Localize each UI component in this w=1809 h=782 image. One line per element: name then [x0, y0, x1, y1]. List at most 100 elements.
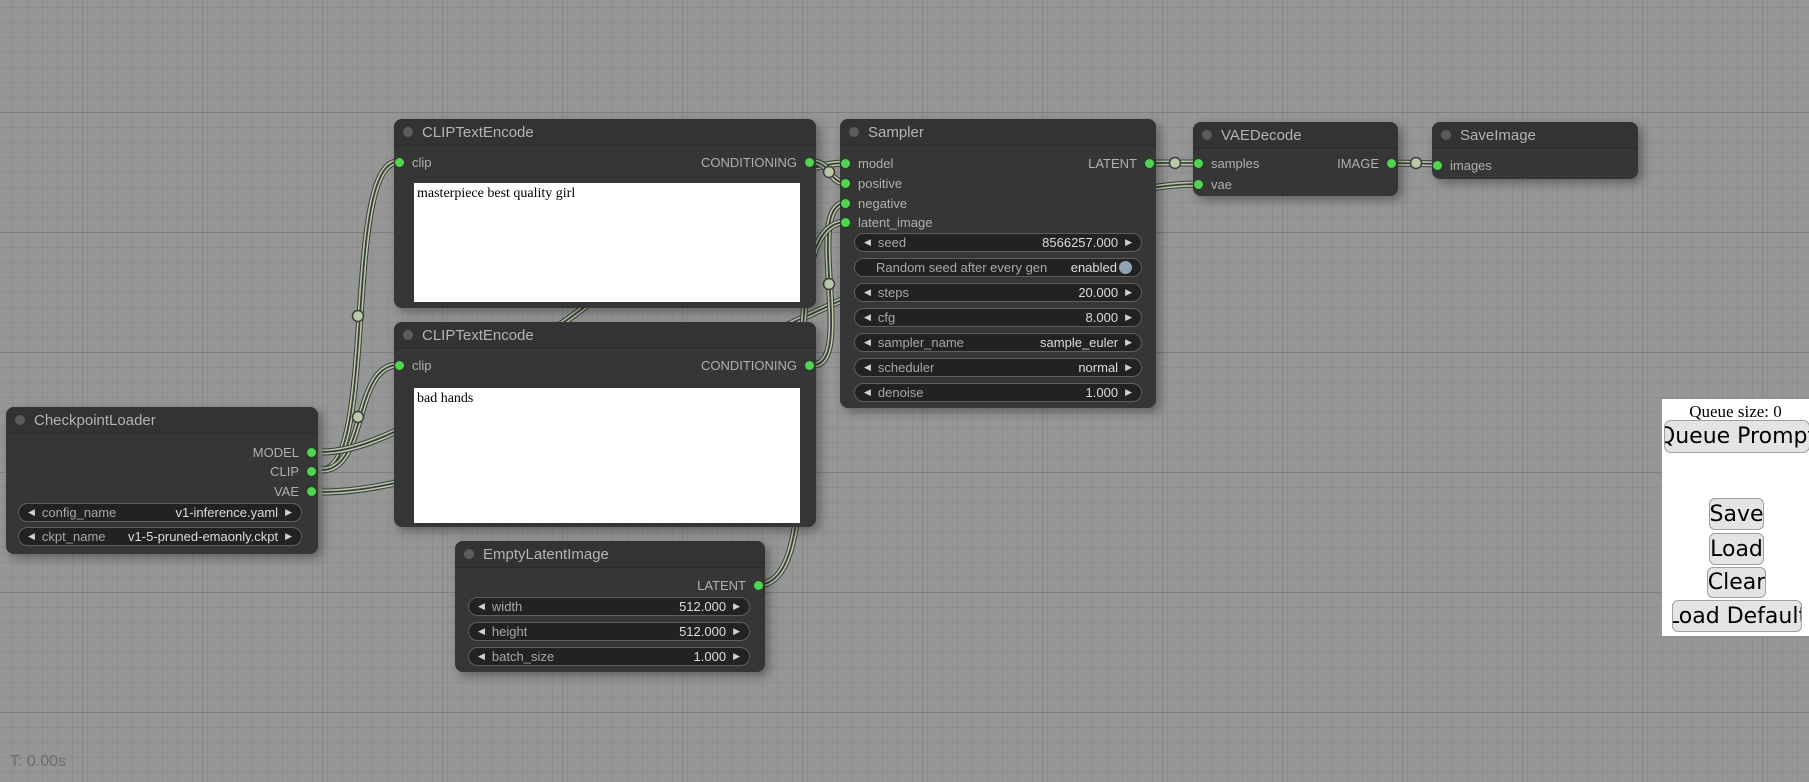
- input-samples[interactable]: samples: [1193, 154, 1259, 172]
- queue-prompt-button[interactable]: Queue Prompt: [1664, 420, 1809, 453]
- port-dot-icon[interactable]: [805, 361, 814, 370]
- increment-arrow-icon[interactable]: ▶: [1125, 387, 1132, 398]
- widget-batch-size[interactable]: ◀ batch_size 1.000 ▶: [468, 647, 750, 666]
- input-clip[interactable]: clip: [394, 356, 432, 374]
- port-dot-icon[interactable]: [754, 581, 763, 590]
- output-latent[interactable]: LATENT: [1088, 154, 1156, 172]
- load-button[interactable]: Load: [1709, 533, 1764, 565]
- input-vae[interactable]: vae: [1193, 175, 1232, 193]
- decrement-arrow-icon[interactable]: ◀: [864, 387, 871, 398]
- decrement-arrow-icon[interactable]: ◀: [28, 531, 35, 542]
- increment-arrow-icon[interactable]: ▶: [733, 651, 740, 662]
- decrement-arrow-icon[interactable]: ◀: [478, 651, 485, 662]
- input-clip[interactable]: clip: [394, 153, 432, 171]
- clear-button[interactable]: Clear: [1707, 567, 1766, 598]
- load-default-button[interactable]: Load Default: [1672, 600, 1802, 632]
- collapse-dot-icon[interactable]: [849, 127, 859, 137]
- collapse-dot-icon[interactable]: [1441, 130, 1451, 140]
- port-dot-icon[interactable]: [805, 158, 814, 167]
- port-dot-icon[interactable]: [1194, 180, 1203, 189]
- node-checkpoint-loader[interactable]: CheckpointLoader MODEL CLIP VAE ◀ config…: [6, 407, 318, 554]
- widget-height[interactable]: ◀ height 512.000 ▶: [468, 622, 750, 641]
- output-conditioning[interactable]: CONDITIONING: [701, 153, 816, 171]
- output-image[interactable]: IMAGE: [1337, 154, 1398, 172]
- increment-arrow-icon[interactable]: ▶: [285, 531, 292, 542]
- port-dot-icon[interactable]: [307, 467, 316, 476]
- increment-arrow-icon[interactable]: ▶: [1125, 337, 1132, 348]
- port-dot-icon[interactable]: [395, 158, 404, 167]
- port-label: positive: [858, 176, 902, 191]
- widget-sampler-name[interactable]: ◀ sampler_name sample_euler ▶: [854, 333, 1142, 352]
- collapse-dot-icon[interactable]: [464, 549, 474, 559]
- node-title-bar[interactable]: CLIPTextEncode: [394, 322, 816, 349]
- port-dot-icon[interactable]: [307, 448, 316, 457]
- increment-arrow-icon[interactable]: ▶: [1125, 312, 1132, 323]
- port-dot-icon[interactable]: [841, 199, 850, 208]
- increment-arrow-icon[interactable]: ▶: [1125, 362, 1132, 373]
- output-conditioning[interactable]: CONDITIONING: [701, 356, 816, 374]
- prompt-textarea[interactable]: masterpiece best quality girl: [414, 183, 800, 302]
- port-dot-icon[interactable]: [1194, 159, 1203, 168]
- port-dot-icon[interactable]: [841, 159, 850, 168]
- input-negative[interactable]: negative: [840, 194, 907, 212]
- input-images[interactable]: images: [1432, 156, 1492, 174]
- port-dot-icon[interactable]: [1145, 159, 1154, 168]
- collapse-dot-icon[interactable]: [1202, 130, 1212, 140]
- widget-width[interactable]: ◀ width 512.000 ▶: [468, 597, 750, 616]
- increment-arrow-icon[interactable]: ▶: [1125, 237, 1132, 248]
- increment-arrow-icon[interactable]: ▶: [733, 626, 740, 637]
- output-vae[interactable]: VAE: [274, 482, 318, 500]
- port-dot-icon[interactable]: [1387, 159, 1396, 168]
- decrement-arrow-icon[interactable]: ◀: [864, 362, 871, 373]
- widget-steps[interactable]: ◀ steps 20.000 ▶: [854, 283, 1142, 302]
- output-clip[interactable]: CLIP: [270, 462, 318, 480]
- node-empty-latent-image[interactable]: EmptyLatentImage LATENT ◀ width 512.000 …: [455, 541, 765, 672]
- port-dot-icon[interactable]: [841, 218, 850, 227]
- increment-arrow-icon[interactable]: ▶: [733, 601, 740, 612]
- node-title: CheckpointLoader: [34, 412, 156, 429]
- widget-cfg[interactable]: ◀ cfg 8.000 ▶: [854, 308, 1142, 327]
- save-button[interactable]: Save: [1709, 498, 1764, 530]
- node-clip-text-encode-positive[interactable]: CLIPTextEncode clip CONDITIONING masterp…: [394, 119, 816, 308]
- node-title-bar[interactable]: CheckpointLoader: [6, 407, 318, 434]
- port-dot-icon[interactable]: [1433, 161, 1442, 170]
- decrement-arrow-icon[interactable]: ◀: [478, 626, 485, 637]
- collapse-dot-icon[interactable]: [403, 127, 413, 137]
- collapse-dot-icon[interactable]: [15, 415, 25, 425]
- toggle-indicator-icon[interactable]: [1119, 261, 1132, 274]
- widget-random-seed-toggle[interactable]: Random seed after every gen enabled: [854, 258, 1142, 277]
- decrement-arrow-icon[interactable]: ◀: [864, 337, 871, 348]
- input-model[interactable]: model: [840, 154, 893, 172]
- widget-ckpt-name[interactable]: ◀ ckpt_name v1-5-pruned-emaonly.ckpt ▶: [18, 527, 302, 546]
- node-title-bar[interactable]: Sampler: [840, 119, 1156, 146]
- port-label: samples: [1211, 156, 1259, 171]
- widget-scheduler[interactable]: ◀ scheduler normal ▶: [854, 358, 1142, 377]
- increment-arrow-icon[interactable]: ▶: [1125, 287, 1132, 298]
- node-title-bar[interactable]: EmptyLatentImage: [455, 541, 765, 568]
- widget-seed[interactable]: ◀ seed 8566257.000 ▶: [854, 233, 1142, 252]
- output-model[interactable]: MODEL: [253, 443, 318, 461]
- node-save-image[interactable]: SaveImage images: [1432, 122, 1638, 179]
- input-positive[interactable]: positive: [840, 174, 902, 192]
- node-clip-text-encode-negative[interactable]: CLIPTextEncode clip CONDITIONING bad han…: [394, 322, 816, 527]
- increment-arrow-icon[interactable]: ▶: [285, 507, 292, 518]
- decrement-arrow-icon[interactable]: ◀: [478, 601, 485, 612]
- decrement-arrow-icon[interactable]: ◀: [864, 312, 871, 323]
- node-sampler[interactable]: Sampler model positive negative latent_i…: [840, 119, 1156, 408]
- prompt-textarea[interactable]: bad hands: [414, 388, 800, 523]
- port-dot-icon[interactable]: [307, 487, 316, 496]
- node-title-bar[interactable]: VAEDecode: [1193, 122, 1398, 149]
- input-latent-image[interactable]: latent_image: [840, 213, 932, 231]
- widget-config-name[interactable]: ◀ config_name v1-inference.yaml ▶: [18, 503, 302, 522]
- port-dot-icon[interactable]: [841, 179, 850, 188]
- output-latent[interactable]: LATENT: [697, 576, 765, 594]
- port-dot-icon[interactable]: [395, 361, 404, 370]
- decrement-arrow-icon[interactable]: ◀: [28, 507, 35, 518]
- node-vae-decode[interactable]: VAEDecode samples vae IMAGE: [1193, 122, 1398, 196]
- collapse-dot-icon[interactable]: [403, 330, 413, 340]
- decrement-arrow-icon[interactable]: ◀: [864, 287, 871, 298]
- node-title-bar[interactable]: CLIPTextEncode: [394, 119, 816, 146]
- widget-denoise[interactable]: ◀ denoise 1.000 ▶: [854, 383, 1142, 402]
- node-title-bar[interactable]: SaveImage: [1432, 122, 1638, 149]
- decrement-arrow-icon[interactable]: ◀: [864, 237, 871, 248]
